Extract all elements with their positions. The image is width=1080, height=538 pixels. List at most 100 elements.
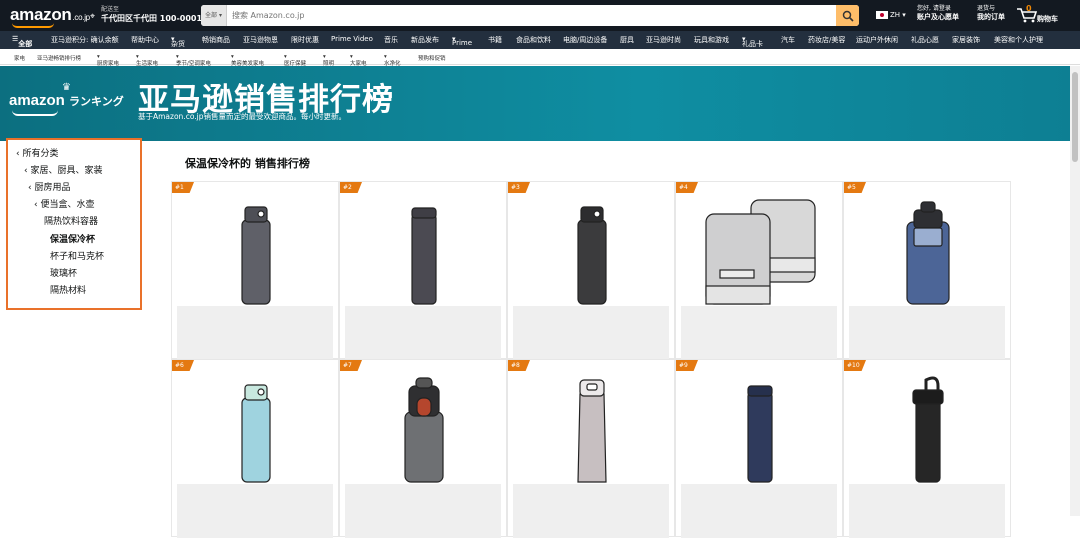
account-greeting: 您好, 请登录 xyxy=(917,5,951,12)
subnav-item[interactable]: 照明 ▾ xyxy=(323,54,334,67)
nav-item[interactable]: 美容和个人护理 xyxy=(994,35,1043,45)
nav-item[interactable]: 运动户外休闲 xyxy=(856,35,898,45)
ranking-logo[interactable]: amazon ランキング xyxy=(9,92,124,109)
product-card[interactable]: #10 xyxy=(843,359,1012,538)
nav-item[interactable]: 畅销商品 xyxy=(202,35,230,45)
sidebar-item-kitchen[interactable]: ‹ 厨房用品 xyxy=(28,180,71,193)
search-category-dropdown[interactable]: 全部 ▾ xyxy=(201,5,227,26)
nav-item[interactable]: 礼品卡 ▾ xyxy=(742,35,763,48)
subnav-item[interactable]: 厨房家电 ▾ xyxy=(97,54,119,67)
sidebar-item-mugs[interactable]: 杯子和马克杯 xyxy=(50,249,104,262)
nav-item[interactable]: 杂货 ▾ xyxy=(171,35,185,48)
nav-item-label: Prime xyxy=(452,39,473,47)
product-card[interactable]: #3 xyxy=(507,181,676,360)
location-pin-icon: ⌖ xyxy=(90,12,96,22)
subnav-item[interactable]: 季节/空调家电 ▾ xyxy=(176,54,211,67)
product-card[interactable]: #2 xyxy=(339,181,508,360)
subnav-item[interactable]: 水净化 ▾ xyxy=(384,54,401,67)
sidebar-item-all-categories[interactable]: ‹ 所有分类 xyxy=(16,146,59,159)
product-image[interactable] xyxy=(844,182,1012,312)
ranking-smile-icon xyxy=(12,110,58,116)
orders-line1: 退货与 xyxy=(977,5,996,12)
nav-item[interactable]: 限时优惠 xyxy=(291,35,319,45)
nav-item[interactable]: 家居装饰 xyxy=(952,35,980,45)
product-image[interactable] xyxy=(340,360,508,490)
japan-flag-icon xyxy=(876,11,888,19)
amazon-logo[interactable]: amazon.co.jp xyxy=(10,5,90,25)
language-selector[interactable]: ZH ▾ xyxy=(876,11,906,19)
nav-item[interactable]: 礼品心愿 xyxy=(911,35,939,45)
nav-item[interactable]: 食品和饮料 xyxy=(516,35,551,45)
subnav-item[interactable]: 生活家电 ▾ xyxy=(136,54,158,67)
product-image[interactable] xyxy=(508,360,676,490)
deliver-label: 配送至 xyxy=(101,6,120,13)
subnav-item[interactable]: 家电 xyxy=(14,54,25,62)
product-card[interactable]: #1 xyxy=(171,181,340,360)
product-image[interactable] xyxy=(844,360,1012,490)
all-menu-button[interactable]: ☰ 全部 xyxy=(12,35,32,48)
deliver-to[interactable]: ⌖ 配送至 千代田区千代田 100-0001 xyxy=(90,5,202,23)
nav-item[interactable]: 汽车 xyxy=(781,35,795,45)
search-button[interactable] xyxy=(836,5,859,26)
sidebar-item-label: 家居、厨具、家装 xyxy=(30,166,103,176)
product-card[interactable]: #6 xyxy=(171,359,340,538)
nav-item[interactable]: 厨具 xyxy=(620,35,634,45)
ranking-logo-suffix: ランキング xyxy=(69,96,124,108)
subnav-item[interactable]: 医疗保健 ▾ xyxy=(284,54,306,67)
nav-item[interactable]: Prime Video xyxy=(331,35,373,43)
nav-item[interactable]: 亚马逊物恩 xyxy=(243,35,278,45)
product-image[interactable] xyxy=(508,182,676,312)
orders-link[interactable]: 退货与 我的订单 xyxy=(977,5,1005,21)
page-title: 保温保冷杯的 销售排行榜 xyxy=(185,157,310,170)
product-info-placeholder xyxy=(849,306,1005,360)
nav-item[interactable]: 亚马逊积分: 确认余额 xyxy=(51,35,119,45)
cart-label: 购物车 xyxy=(1037,15,1058,23)
product-card[interactable]: #9 xyxy=(675,359,844,538)
chevron-left-icon: ‹ xyxy=(24,166,28,176)
chevron-left-icon: ‹ xyxy=(28,183,32,193)
sidebar-item-home-kitchen[interactable]: ‹ 家居、厨具、家装 xyxy=(24,163,103,176)
product-image[interactable] xyxy=(676,360,844,490)
product-info-placeholder xyxy=(345,484,501,538)
chevron-left-icon: ‹ xyxy=(16,149,20,159)
subnav-item[interactable]: 大家电 ▾ xyxy=(350,54,367,67)
sidebar-item-lunch-boxes[interactable]: ‹ 便当盒、水壶 xyxy=(34,197,95,210)
product-image[interactable] xyxy=(676,182,844,312)
nav-item[interactable]: 帮助中心 xyxy=(131,35,159,45)
product-image[interactable] xyxy=(172,182,340,312)
product-image[interactable] xyxy=(340,182,508,312)
subnav-item[interactable]: 美容美发家电 ▾ xyxy=(231,54,264,67)
product-card[interactable]: #7 xyxy=(339,359,508,538)
logo-text: amazon xyxy=(10,5,72,24)
product-card[interactable]: #5 xyxy=(843,181,1012,360)
scrollbar-thumb[interactable] xyxy=(1072,72,1078,162)
sidebar-item-insulation[interactable]: 隔热材料 xyxy=(50,283,86,296)
sidebar-item-insulated-containers[interactable]: 隔热饮料容器 xyxy=(44,214,98,227)
search-icon xyxy=(842,10,854,22)
sidebar-item-thermal-cups[interactable]: 保温保冷杯 xyxy=(50,232,95,245)
nav-item[interactable]: 药妆店/美容 xyxy=(808,35,845,45)
nav-item-label: 杂货 xyxy=(171,40,185,48)
orders-line2: 我的订单 xyxy=(977,13,1005,21)
product-info-placeholder xyxy=(177,484,333,538)
banner-subtitle: 基于Amazon.co.jp销售量而定的最受欢迎商品。每小时更新。 xyxy=(138,112,347,121)
category-subnav: 家电 亚马逊畅销排行榜 厨房家电 ▾ 生活家电 ▾ 季节/空调家电 ▾ 美容美发… xyxy=(0,49,1080,67)
nav-item[interactable]: 音乐 xyxy=(384,35,398,45)
nav-item[interactable]: 玩具和游戏 xyxy=(694,35,729,45)
account-menu[interactable]: 您好, 请登录 账户及心愿单 xyxy=(917,5,959,21)
subnav-item[interactable]: 预购和促销 xyxy=(418,54,446,62)
page-scrollbar[interactable] xyxy=(1070,66,1080,516)
nav-item[interactable]: Prime ▾ xyxy=(452,35,472,47)
product-card[interactable]: #8 xyxy=(507,359,676,538)
sidebar-item-label: 便当盒、水壶 xyxy=(40,200,95,210)
nav-item[interactable]: 电脑/周边设备 xyxy=(563,35,607,45)
product-image[interactable] xyxy=(172,360,340,490)
sidebar-item-glasses[interactable]: 玻璃杯 xyxy=(50,266,77,279)
nav-item[interactable]: 书籍 xyxy=(488,35,502,45)
nav-item[interactable]: 新品发布 xyxy=(411,35,439,45)
nav-item[interactable]: 亚马逊时尚 xyxy=(646,35,681,45)
search-input[interactable] xyxy=(232,5,832,26)
product-card[interactable]: #4 xyxy=(675,181,844,360)
sidebar-item-label: 厨房用品 xyxy=(34,183,71,193)
subnav-item[interactable]: 亚马逊畅销排行榜 xyxy=(37,54,81,62)
